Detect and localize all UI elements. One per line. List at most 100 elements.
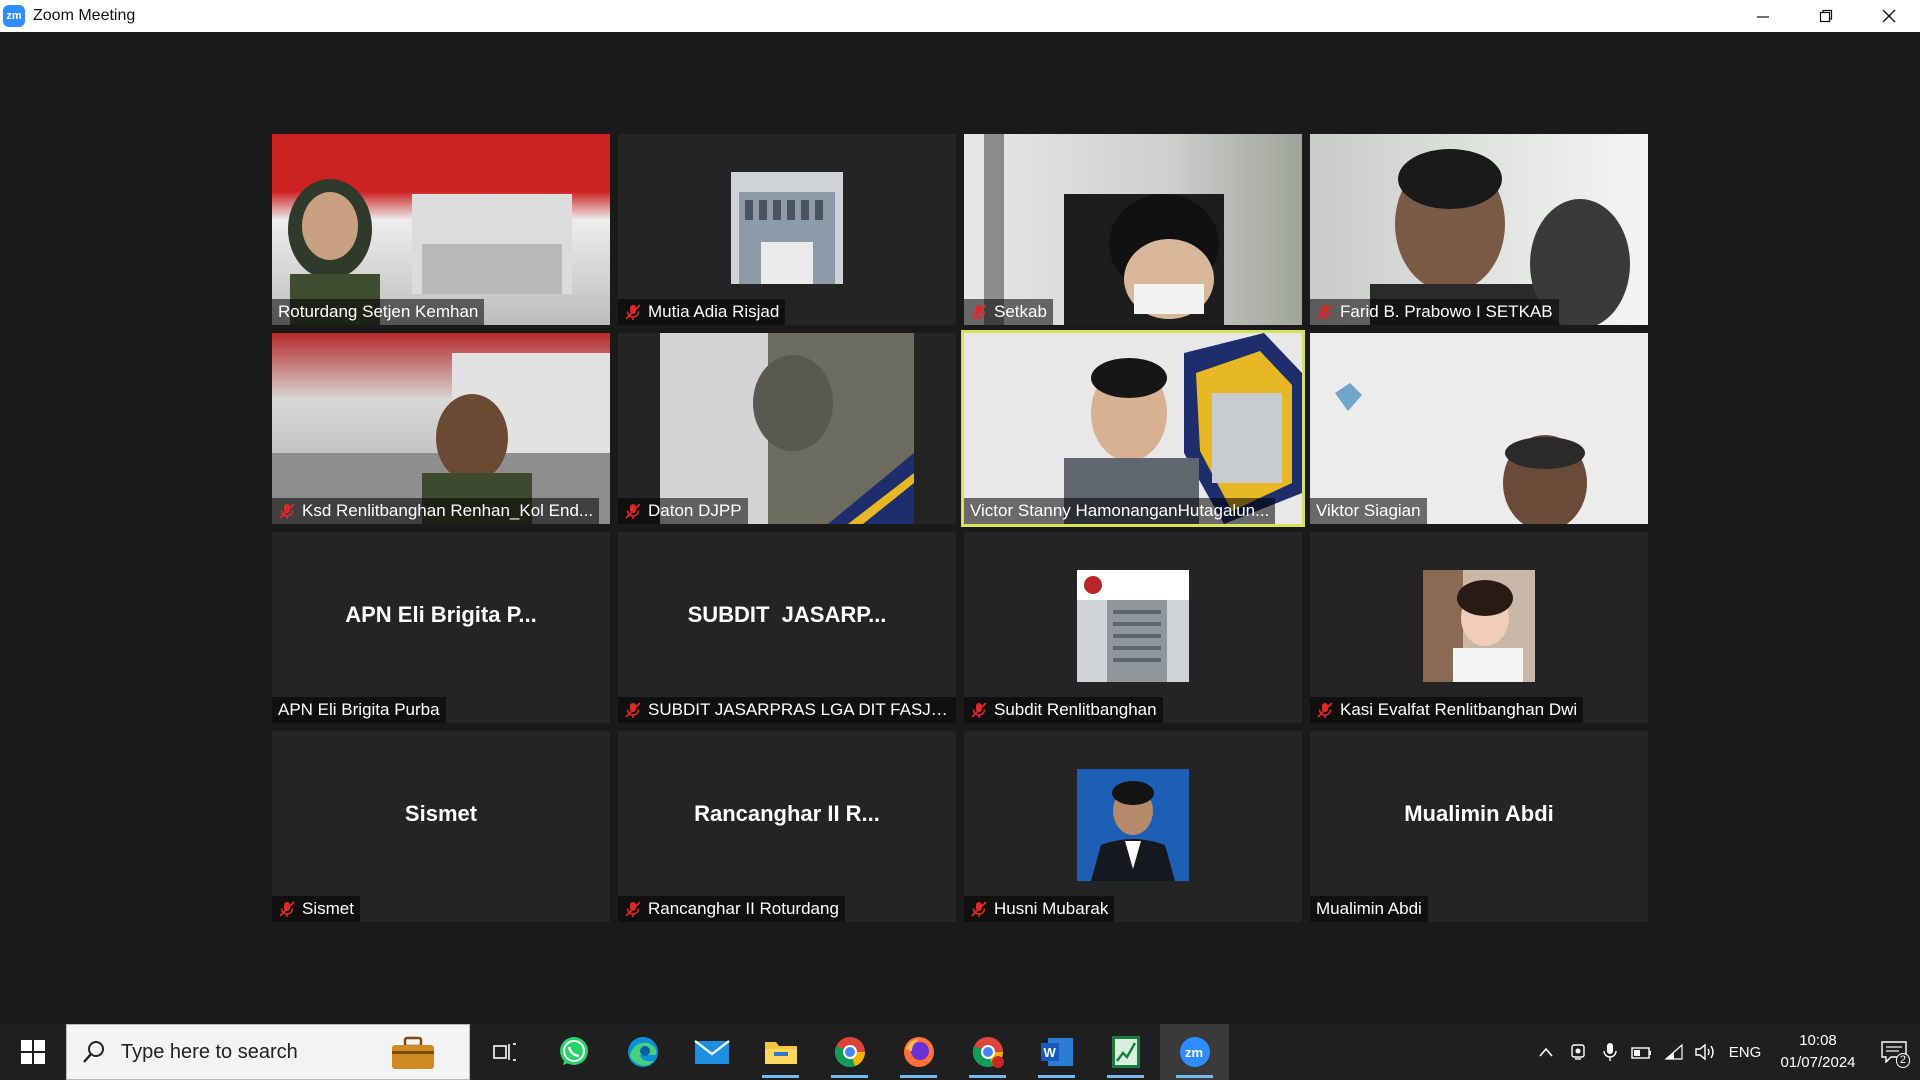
- search-icon: [83, 1041, 104, 1063]
- windows-logo-icon: [21, 1040, 45, 1064]
- microphone-muted-icon: [625, 901, 641, 917]
- participant-tile[interactable]: Mualimin Abdi Mualimin Abdi: [1310, 731, 1648, 922]
- notification-center-button[interactable]: 2: [1868, 1024, 1920, 1080]
- svg-text:W: W: [1043, 1045, 1056, 1060]
- participant-tile[interactable]: SUBDIT JASARP... SUBDIT JASARPRAS LGA DI…: [618, 532, 956, 723]
- start-button[interactable]: [0, 1024, 66, 1080]
- restore-button[interactable]: [1794, 0, 1857, 32]
- participant-name: Rancanghar II Roturdang: [648, 899, 839, 918]
- video-feed: [984, 134, 1224, 325]
- microphone-muted-icon: [625, 503, 641, 519]
- microphone-muted-icon: [1317, 702, 1333, 718]
- chrome-button[interactable]: [815, 1024, 884, 1080]
- video-feed: [660, 333, 914, 524]
- video-feed: [1370, 149, 1630, 325]
- video-feed: [288, 179, 572, 325]
- participant-name: Ksd Renlitbanghan Renhan_Kol End...: [302, 501, 594, 520]
- word-icon: W: [1040, 1038, 1073, 1066]
- restore-icon: [1819, 9, 1832, 23]
- spreadsheet-icon: [1111, 1036, 1140, 1068]
- participant-display-name: Sismet: [404, 800, 478, 826]
- mail-icon: [693, 1040, 730, 1064]
- word-button[interactable]: W: [1022, 1024, 1091, 1080]
- svg-text:zm: zm: [1185, 1045, 1203, 1060]
- close-icon: [1882, 9, 1895, 23]
- chrome-profile-button[interactable]: [953, 1024, 1022, 1080]
- clock[interactable]: 10:08 01/07/2024: [1768, 1030, 1868, 1074]
- participant-tile[interactable]: Husni Mubarak: [964, 731, 1302, 922]
- edge-icon: [627, 1037, 658, 1067]
- avatar: [1423, 570, 1535, 682]
- participant-name-label: APN Eli Brigita Purba: [272, 697, 446, 723]
- participant-tile[interactable]: Roturdang Setjen Kemhan: [272, 134, 610, 325]
- gallery-grid: Roturdang Setjen Kemhan Mutia Adia Risja…: [272, 134, 1648, 922]
- participant-name-label: Mutia Adia Risjad: [618, 299, 786, 325]
- edge-button[interactable]: [608, 1024, 677, 1080]
- sheets-button[interactable]: [1091, 1024, 1160, 1080]
- microphone-muted-icon: [279, 901, 295, 917]
- participant-tile[interactable]: Subdit Renlitbanghan: [964, 532, 1302, 723]
- participant-tile[interactable]: Rancanghar II R... Rancanghar II Roturda…: [618, 731, 956, 922]
- notification-count-badge: 2: [1895, 1053, 1910, 1068]
- microphone-tray-button[interactable]: [1594, 1024, 1626, 1080]
- speaker-icon: [1695, 1043, 1714, 1061]
- participant-tile[interactable]: Setkab: [964, 134, 1302, 325]
- firefox-button[interactable]: [884, 1024, 953, 1080]
- participant-tile[interactable]: APN Eli Brigita P... APN Eli Brigita Pur…: [272, 532, 610, 723]
- battery-tray-button[interactable]: [1626, 1024, 1658, 1080]
- participant-tile[interactable]: Daton DJPP: [618, 333, 956, 524]
- avatar: [1077, 769, 1189, 881]
- volume-tray-button[interactable]: [1690, 1024, 1722, 1080]
- participant-tile[interactable]: Kasi Evalfat Renlitbanghan Dwi: [1310, 532, 1648, 723]
- file-explorer-button[interactable]: [746, 1024, 815, 1080]
- chrome-icon: [972, 1037, 1004, 1068]
- participant-name: APN Eli Brigita Purba: [278, 700, 440, 719]
- participant-name: Sismet: [302, 899, 354, 918]
- participant-name: Husni Mubarak: [994, 899, 1109, 918]
- participant-tile[interactable]: Ksd Renlitbanghan Renhan_Kol End...: [272, 333, 610, 524]
- zoom-button[interactable]: zm: [1160, 1024, 1229, 1080]
- taskbar: Type here to search W zm ENG 10:08 01/07…: [0, 1024, 1920, 1080]
- participant-name: Victor Stanny HamonanganHutagalun...: [970, 501, 1270, 520]
- language-indicator[interactable]: ENG: [1722, 1044, 1768, 1061]
- wifi-tray-button[interactable]: [1658, 1024, 1690, 1080]
- mail-button[interactable]: [677, 1024, 746, 1080]
- microphone-muted-icon: [625, 702, 641, 718]
- task-view-button[interactable]: [470, 1024, 539, 1080]
- participant-name: SUBDIT JASARPRAS LGA DIT FASJAS...: [648, 700, 950, 719]
- participant-name: Setkab: [994, 302, 1047, 321]
- clock-date: 01/07/2024: [1780, 1054, 1856, 1071]
- participant-name: Mutia Adia Risjad: [648, 302, 780, 321]
- minimize-button[interactable]: [1731, 0, 1794, 32]
- participant-name-label: Roturdang Setjen Kemhan: [272, 299, 485, 325]
- participant-name: Roturdang Setjen Kemhan: [278, 302, 479, 321]
- microphone-muted-icon: [279, 503, 295, 519]
- participant-tile[interactable]: Mutia Adia Risjad: [618, 134, 956, 325]
- participant-display-name: APN Eli Brigita P...: [345, 601, 537, 627]
- participant-tile-active-speaker[interactable]: Victor Stanny HamonanganHutagalun...: [961, 330, 1305, 527]
- whatsapp-button[interactable]: [539, 1024, 608, 1080]
- participant-tile[interactable]: Viktor Siagian: [1310, 333, 1648, 524]
- task-view-icon: [492, 1043, 516, 1061]
- microphone-muted-icon: [971, 901, 987, 917]
- participant-name-label: Farid B. Prabowo I SETKAB: [1310, 299, 1559, 325]
- search-placeholder: Type here to search: [121, 1040, 298, 1063]
- participant-name-label: Mualimin Abdi: [1310, 896, 1428, 922]
- taskbar-search-box[interactable]: Type here to search: [66, 1024, 470, 1080]
- camera-tray-button[interactable]: [1562, 1024, 1594, 1080]
- microphone-muted-icon: [971, 702, 987, 718]
- clock-time: 10:08: [1799, 1032, 1837, 1049]
- microphone-icon: [1603, 1043, 1617, 1061]
- participant-name-label: Rancanghar II Roturdang: [618, 896, 845, 922]
- participant-name-label: Setkab: [964, 299, 1053, 325]
- folder-icon: [764, 1042, 797, 1064]
- minimize-icon: [1756, 16, 1769, 18]
- show-hidden-icons-button[interactable]: [1530, 1024, 1562, 1080]
- microphone-muted-icon: [971, 304, 987, 320]
- participant-tile[interactable]: Sismet Sismet: [272, 731, 610, 922]
- firefox-icon: [903, 1037, 934, 1067]
- close-button[interactable]: [1857, 0, 1920, 32]
- participant-name: Daton DJPP: [648, 501, 742, 520]
- participant-name-label: Victor Stanny HamonanganHutagalun...: [964, 498, 1276, 524]
- participant-tile[interactable]: Farid B. Prabowo I SETKAB: [1310, 134, 1648, 325]
